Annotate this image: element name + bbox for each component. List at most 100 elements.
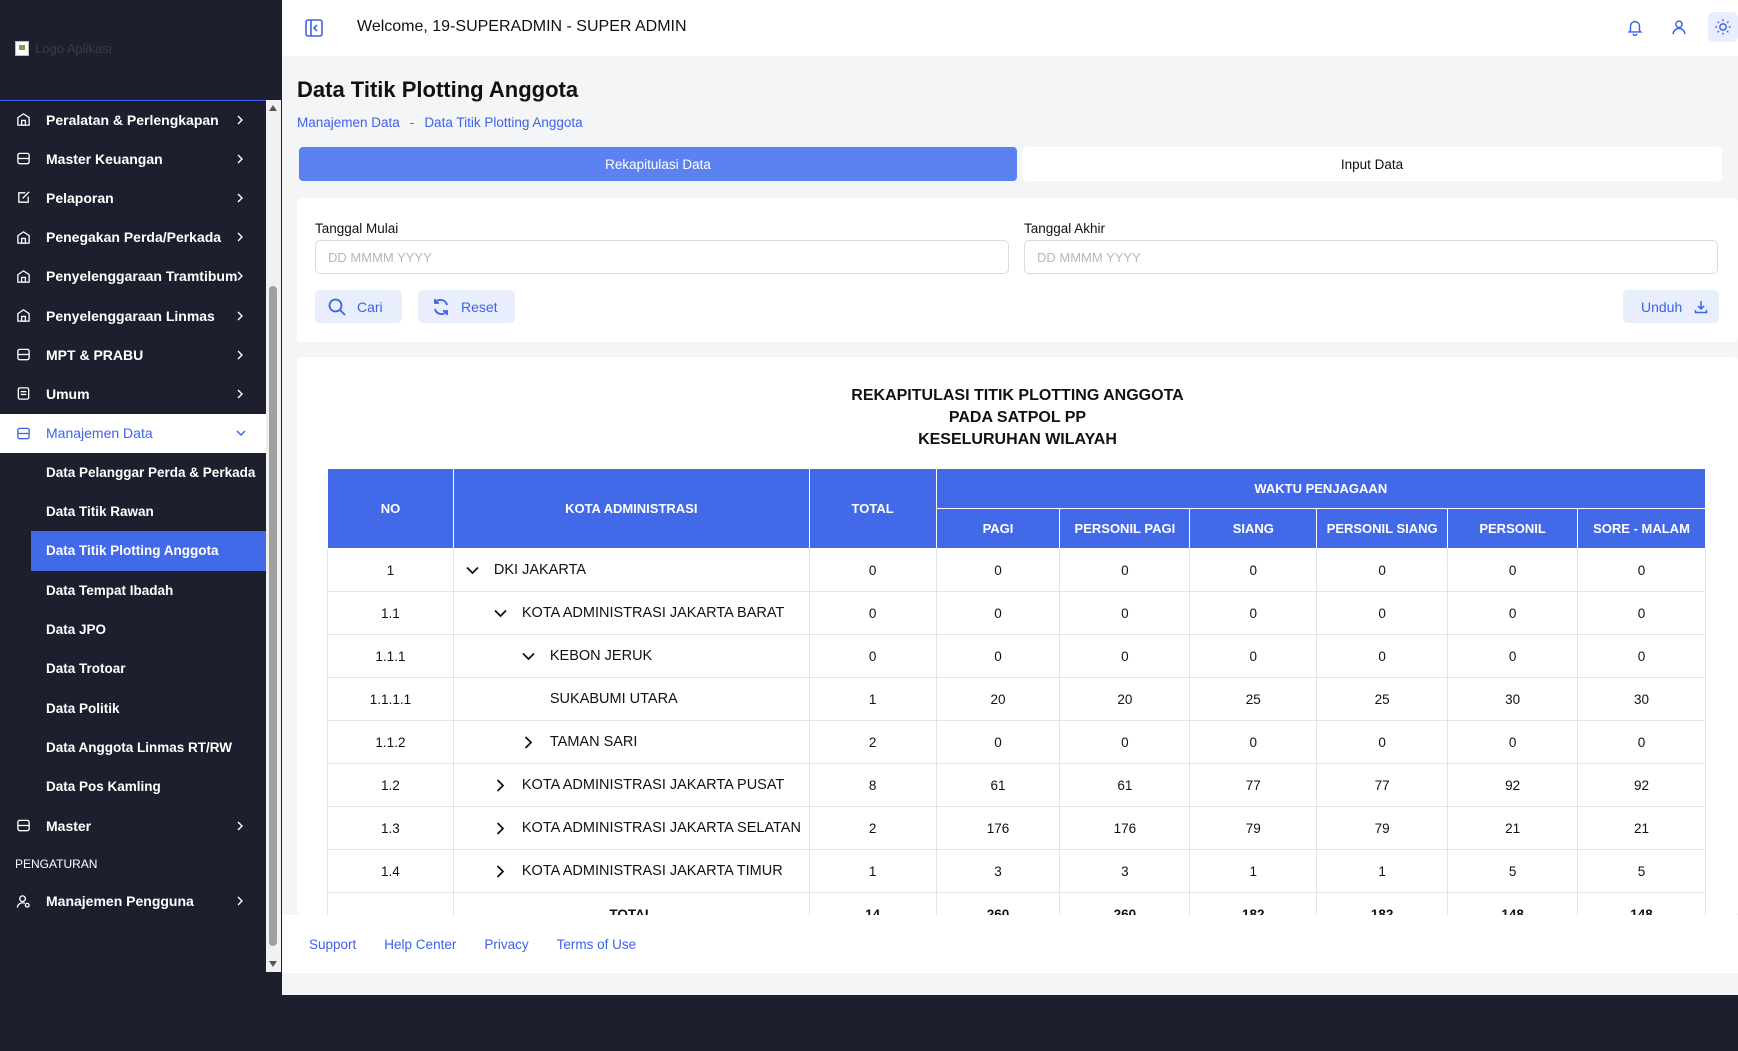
breadcrumb-item[interactable]: Manajemen Data <box>297 115 400 130</box>
tab-rekapitulasi-data[interactable]: Rekapitulasi Data <box>299 147 1017 181</box>
submenu-item-data-tempat-ibadah[interactable]: Data Tempat Ibadah <box>0 571 266 610</box>
expand-chevron-right-icon[interactable] <box>522 735 536 749</box>
header-personil-siang: PERSONIL SIANG <box>1316 508 1449 549</box>
cell-value: 8 <box>808 763 937 807</box>
sidebar-item-peralatan-perlengkapan[interactable]: Peralatan & Perlengkapan <box>0 100 266 139</box>
sidebar-item-penyelenggaraan-tramtibum[interactable]: Penyelenggaraan Tramtibum <box>0 257 266 296</box>
sidebar-item-pelaporan[interactable]: Pelaporan <box>0 178 266 217</box>
footer-link-support[interactable]: Support <box>309 937 356 952</box>
welcome-text: Welcome, 19-SUPERADMIN - SUPER ADMIN <box>357 18 687 35</box>
cell-no: 1.3 <box>327 806 454 850</box>
sidebar-item-manajemen-pengguna[interactable]: Manajemen Pengguna <box>0 882 266 921</box>
expand-chevron-right-icon[interactable] <box>494 778 508 792</box>
cell-no: 1 <box>327 548 454 592</box>
expand-chevron-down-icon[interactable] <box>466 563 480 577</box>
breadcrumb-current[interactable]: Data Titik Plotting Anggota <box>424 115 582 130</box>
submenu-item-data-pelanggar-perda-perkada[interactable]: Data Pelanggar Perda & Perkada <box>0 453 266 492</box>
cell-value: 0 <box>1189 720 1318 764</box>
submenu-item-data-titik-plotting-anggota[interactable]: Data Titik Plotting Anggota <box>31 531 266 571</box>
sidebar-item-label: Pelaporan <box>46 189 114 206</box>
footer-link-help-center[interactable]: Help Center <box>384 937 456 952</box>
sidebar: Logo Aplikasi Peralatan & Perlengkapan Ma… <box>0 0 281 972</box>
cell-value: 176 <box>935 806 1061 850</box>
broken-image-icon <box>15 40 29 56</box>
tab-input-data[interactable]: Input Data <box>1022 147 1722 181</box>
sidebar-item-penyelenggaraan-linmas[interactable]: Penyelenggaraan Linmas <box>0 296 266 335</box>
start-date-input[interactable] <box>315 240 1009 274</box>
topbar: Welcome, 19-SUPERADMIN - SUPER ADMIN <box>282 0 1738 56</box>
cell-value: 0 <box>1059 634 1191 678</box>
footer-link-terms-of-use[interactable]: Terms of Use <box>557 937 637 952</box>
cell-value: 5 <box>1577 849 1706 893</box>
cell-value: 0 <box>935 720 1061 764</box>
tab-bar: Rekapitulasi Data Input Data <box>299 147 1738 181</box>
sidebar-item-mpt-prabu[interactable]: MPT & PRABU <box>0 335 266 374</box>
submenu-item-data-trotoar[interactable]: Data Trotoar <box>0 649 266 688</box>
cell-kota: KEBON JERUK <box>452 634 810 678</box>
sidebar-item-master-keuangan[interactable]: Master Keuangan <box>0 139 266 178</box>
total-value: 260 <box>1059 892 1191 915</box>
scrollbar-thumb[interactable] <box>269 286 277 946</box>
scroll-up-arrow[interactable] <box>269 105 277 111</box>
sidebar-toggle-icon[interactable] <box>304 18 324 38</box>
expand-chevron-down-icon[interactable] <box>494 606 508 620</box>
total-value: 182 <box>1189 892 1318 915</box>
header-sore-malam: SORE - MALAM <box>1577 508 1706 549</box>
cell-value: 79 <box>1189 806 1318 850</box>
sidebar-item-label: Manajemen Pengguna <box>46 893 194 910</box>
total-label: TOTAL <box>452 892 810 915</box>
sidebar-item-manajemen-data[interactable]: Manajemen Data <box>0 413 266 453</box>
kota-name: KOTA ADMINISTRASI JAKARTA TIMUR <box>521 863 783 879</box>
sidebar-item-label: Umum <box>46 385 90 402</box>
kota-name: KOTA ADMINISTRASI JAKARTA BARAT <box>521 605 785 621</box>
cell-no: 1.2 <box>327 763 454 807</box>
cell-value: 3 <box>1059 849 1191 893</box>
kota-name: DKI JAKARTA <box>493 562 587 578</box>
expand-chevron-right-icon[interactable] <box>494 864 508 878</box>
expand-chevron-down-icon[interactable] <box>522 649 536 663</box>
cell-value: 0 <box>1447 634 1579 678</box>
sidebar-item-master[interactable]: Master <box>0 806 266 845</box>
user-icon[interactable] <box>1664 12 1694 42</box>
scroll-down-arrow[interactable] <box>269 961 277 967</box>
cell-value: 0 <box>1577 720 1706 764</box>
submenu-item-data-jpo[interactable]: Data JPO <box>0 610 266 649</box>
cell-value: 61 <box>935 763 1061 807</box>
header-siang: SIANG <box>1189 508 1318 549</box>
bell-icon[interactable] <box>1620 12 1650 42</box>
reset-button[interactable]: Reset <box>418 290 515 323</box>
database-icon <box>15 347 31 363</box>
cell-value: 0 <box>1577 634 1706 678</box>
report-card: REKAPITULASI TITIK PLOTTING ANGGOTA PADA… <box>297 357 1738 915</box>
sidebar-item-label: Peralatan & Perlengkapan <box>46 111 219 128</box>
cell-value: 21 <box>1577 806 1706 850</box>
submenu-item-data-anggota-linmas-rt-rw[interactable]: Data Anggota Linmas RT/RW <box>0 728 266 767</box>
cell-value: 0 <box>935 634 1061 678</box>
sidebar-scrollbar[interactable] <box>266 100 281 972</box>
refresh-icon <box>434 298 448 315</box>
cell-no <box>327 892 454 915</box>
search-button[interactable]: Cari <box>315 290 402 323</box>
sun-icon[interactable] <box>1708 12 1738 42</box>
submenu-item-data-politik[interactable]: Data Politik <box>0 688 266 727</box>
end-date-input[interactable] <box>1024 240 1718 274</box>
cell-value: 0 <box>935 548 1061 592</box>
cell-value: 3 <box>935 849 1061 893</box>
download-icon <box>1695 300 1708 313</box>
report-table-body: 1 DKI JAKARTA 0 0 0 0 0 0 0 1.1 KOTA ADMINISTRASI … <box>327 548 1706 915</box>
building-icon <box>15 308 31 324</box>
submenu-item-data-pos-kamling[interactable]: Data Pos Kamling <box>0 767 266 806</box>
cell-no: 1.4 <box>327 849 454 893</box>
expand-chevron-right-icon[interactable] <box>494 821 508 835</box>
submenu-item-data-titik-rawan[interactable]: Data Titik Rawan <box>0 492 266 531</box>
list-icon <box>15 386 31 402</box>
download-button[interactable]: Unduh <box>1623 290 1719 323</box>
footer-link-privacy[interactable]: Privacy <box>484 937 528 952</box>
total-value: 182 <box>1316 892 1449 915</box>
header-no: NO <box>327 468 454 549</box>
sidebar-item-umum[interactable]: Umum <box>0 374 266 413</box>
sidebar-item-penegakan-perda-perkada[interactable]: Penegakan Perda/Perkada <box>0 218 266 257</box>
cell-value: 0 <box>1059 548 1191 592</box>
cell-value: 0 <box>808 634 937 678</box>
app-logo[interactable]: Logo Aplikasi <box>15 38 135 58</box>
